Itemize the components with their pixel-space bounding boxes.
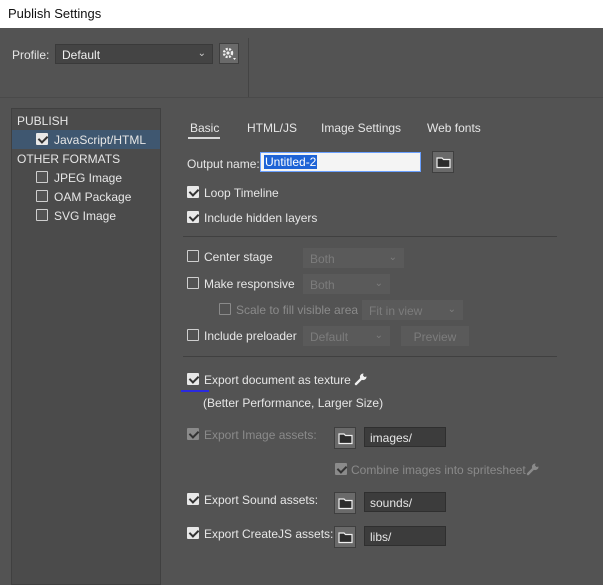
jpeg-label: JPEG Image xyxy=(54,171,123,185)
sidebar-item-javascript-html[interactable]: JavaScript/HTML xyxy=(12,130,160,149)
sound-assets-path-input[interactable]: sounds/ xyxy=(364,492,446,512)
chevron-down-icon: ⌄ xyxy=(388,252,397,263)
output-name-input[interactable]: Untitled-2 xyxy=(260,152,421,172)
make-responsive-value: Both xyxy=(310,278,335,292)
oam-label: OAM Package xyxy=(54,190,132,204)
sidebar-item-svg[interactable]: SVG Image xyxy=(12,207,160,226)
chevron-down-icon: ⌄ xyxy=(374,278,383,289)
svg-checkbox[interactable] xyxy=(36,209,48,221)
folder-icon xyxy=(436,157,451,169)
center-stage-select[interactable]: Both ⌄ xyxy=(303,248,404,268)
make-responsive-select[interactable]: Both ⌄ xyxy=(303,274,390,294)
export-createjs-assets-label: Export CreateJS assets: xyxy=(204,527,334,541)
image-assets-path-input[interactable]: images/ xyxy=(364,427,446,447)
javascript-html-checkbox[interactable] xyxy=(36,133,48,145)
chevron-down-icon: ⌄ xyxy=(374,330,383,341)
chevron-down-icon: ⌄ xyxy=(197,48,206,59)
loop-timeline-checkbox[interactable] xyxy=(187,186,199,198)
createjs-assets-folder-button[interactable] xyxy=(334,526,356,548)
output-name-label: Output name: xyxy=(187,157,260,171)
folder-icon xyxy=(338,433,353,445)
center-stage-checkbox[interactable] xyxy=(187,250,199,262)
header-divider xyxy=(248,38,249,98)
scale-select[interactable]: Fit in view ⌄ xyxy=(362,300,463,320)
center-stage-value: Both xyxy=(310,252,335,266)
tab-html-js[interactable]: HTML/JS xyxy=(247,121,297,135)
oam-checkbox[interactable] xyxy=(36,190,48,202)
createjs-assets-path-input[interactable]: libs/ xyxy=(364,526,446,546)
scale-to-fill-checkbox[interactable] xyxy=(219,303,231,315)
javascript-html-label: JavaScript/HTML xyxy=(54,133,147,147)
scale-value: Fit in view xyxy=(369,304,423,318)
profile-label: Profile: xyxy=(12,48,50,62)
texture-note: (Better Performance, Larger Size) xyxy=(203,396,384,410)
make-responsive-label: Make responsive xyxy=(204,277,295,291)
profile-value: Default xyxy=(62,48,101,62)
section-divider-2 xyxy=(183,356,557,357)
chevron-down-icon: ⌄ xyxy=(447,304,456,315)
focus-underline xyxy=(181,390,209,392)
sidebar-item-oam[interactable]: OAM Package xyxy=(12,188,160,207)
tab-image-settings[interactable]: Image Settings xyxy=(321,121,401,135)
tab-web-fonts[interactable]: Web fonts xyxy=(427,121,481,135)
combine-spritesheet-label: Combine images into spritesheet xyxy=(351,463,526,477)
loop-timeline-label: Loop Timeline xyxy=(204,186,279,200)
folder-icon xyxy=(338,498,353,510)
svg-label: SVG Image xyxy=(54,209,117,223)
combine-spritesheet-checkbox[interactable] xyxy=(335,463,347,475)
center-stage-label: Center stage xyxy=(204,250,273,264)
export-image-assets-checkbox[interactable] xyxy=(187,428,199,440)
publish-header: PUBLISH xyxy=(17,114,69,128)
output-name-value: Untitled-2 xyxy=(264,155,318,169)
tab-basic[interactable]: Basic xyxy=(190,121,219,135)
preview-button[interactable]: Preview xyxy=(401,326,469,346)
profile-select[interactable]: Default ⌄ xyxy=(55,44,213,64)
output-folder-button[interactable] xyxy=(432,151,454,173)
gear-icon xyxy=(222,47,236,60)
sidebar-item-jpeg[interactable]: JPEG Image xyxy=(12,169,160,188)
include-hidden-layers-label: Include hidden layers xyxy=(204,211,318,225)
folder-icon xyxy=(338,532,353,544)
image-assets-folder-button[interactable] xyxy=(334,427,356,449)
export-sound-assets-checkbox[interactable] xyxy=(187,493,199,505)
export-createjs-assets-checkbox[interactable] xyxy=(187,527,199,539)
wrench-icon[interactable] xyxy=(354,372,368,386)
tab-basic-underline xyxy=(188,137,220,139)
window-title: Publish Settings xyxy=(0,0,603,28)
export-image-assets-label: Export Image assets: xyxy=(204,428,317,442)
other-formats-header: OTHER FORMATS xyxy=(17,152,121,166)
preloader-value: Default xyxy=(310,330,349,344)
include-preloader-label: Include preloader xyxy=(204,329,297,343)
jpeg-checkbox[interactable] xyxy=(36,171,48,183)
wrench-icon[interactable] xyxy=(526,462,540,476)
preloader-select[interactable]: Default ⌄ xyxy=(303,326,390,346)
format-sidebar: PUBLISH JavaScript/HTML OTHER FORMATS JP… xyxy=(11,108,161,585)
header-bottom-line xyxy=(0,97,603,98)
export-texture-label: Export document as texture xyxy=(204,373,351,387)
make-responsive-checkbox[interactable] xyxy=(187,277,199,289)
sound-assets-folder-button[interactable] xyxy=(334,492,356,514)
export-texture-checkbox[interactable] xyxy=(187,373,199,385)
export-sound-assets-label: Export Sound assets: xyxy=(204,493,319,507)
include-preloader-checkbox[interactable] xyxy=(187,329,199,341)
scale-to-fill-label: Scale to fill visible area xyxy=(236,303,359,317)
section-divider-1 xyxy=(183,236,557,237)
include-hidden-layers-checkbox[interactable] xyxy=(187,211,199,223)
profile-settings-button[interactable] xyxy=(219,43,239,64)
